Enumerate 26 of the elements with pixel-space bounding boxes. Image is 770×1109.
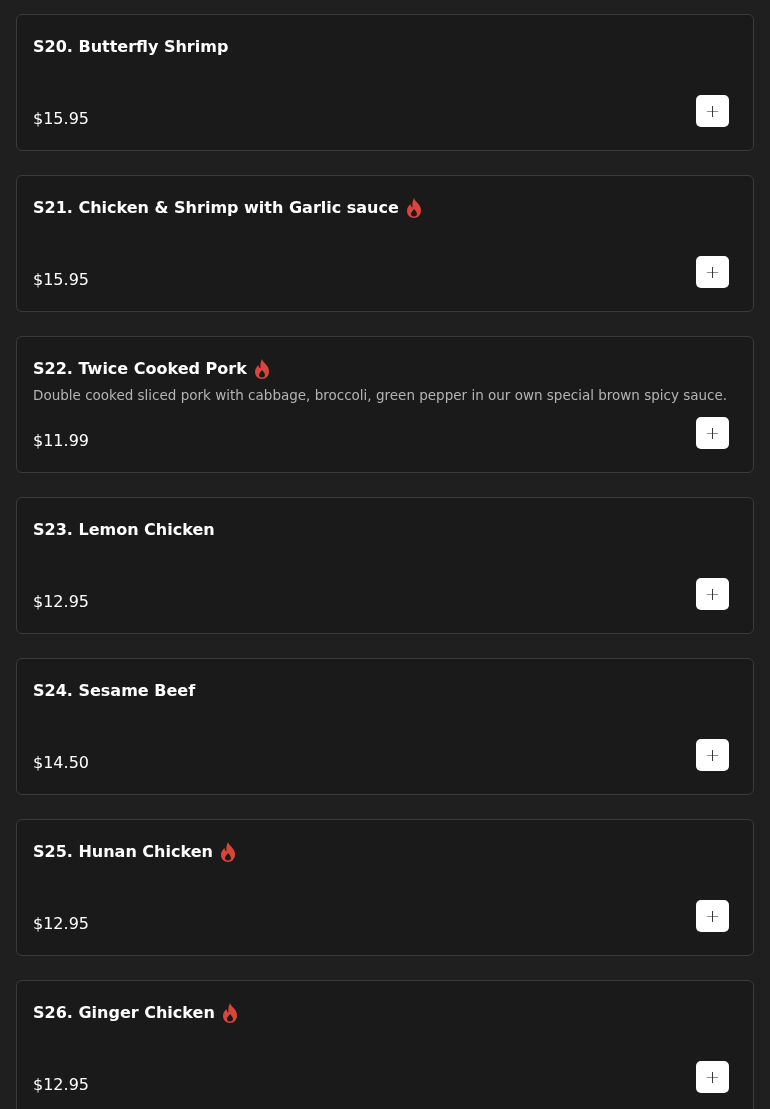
flame-icon (253, 359, 270, 379)
add-button[interactable]: + (696, 578, 729, 610)
item-price: $15.95 (33, 270, 89, 290)
item-title: S21. Chicken & Shrimp with Garlic sauce (33, 197, 399, 219)
add-button[interactable]: + (696, 1061, 729, 1093)
add-button[interactable]: + (696, 95, 729, 127)
item-price: $12.95 (33, 592, 89, 612)
item-title: S20. Butterfly Shrimp (33, 36, 229, 58)
item-title: S24. Sesame Beef (33, 680, 196, 702)
item-price: $15.95 (33, 109, 89, 129)
add-button[interactable]: + (696, 417, 729, 449)
item-price: $12.95 (33, 914, 89, 934)
item-title: S25. Hunan Chicken (33, 841, 213, 863)
item-title: S22. Twice Cooked Pork (33, 358, 247, 380)
flame-icon (219, 842, 236, 862)
flame-icon (221, 1003, 238, 1023)
add-button[interactable]: + (696, 900, 729, 932)
flame-icon (405, 198, 422, 218)
add-button[interactable]: + (696, 256, 729, 288)
item-description: Double cooked sliced pork with cabbage, broccoli, green pepper in our own special brown spicy sauce. (33, 387, 729, 403)
item-price: $14.50 (33, 753, 89, 773)
item-title: S26. Ginger Chicken (33, 1002, 215, 1024)
item-title: S23. Lemon Chicken (33, 519, 215, 541)
item-price: $12.95 (33, 1075, 89, 1095)
add-button[interactable]: + (696, 739, 729, 771)
item-price: $11.99 (33, 431, 89, 451)
